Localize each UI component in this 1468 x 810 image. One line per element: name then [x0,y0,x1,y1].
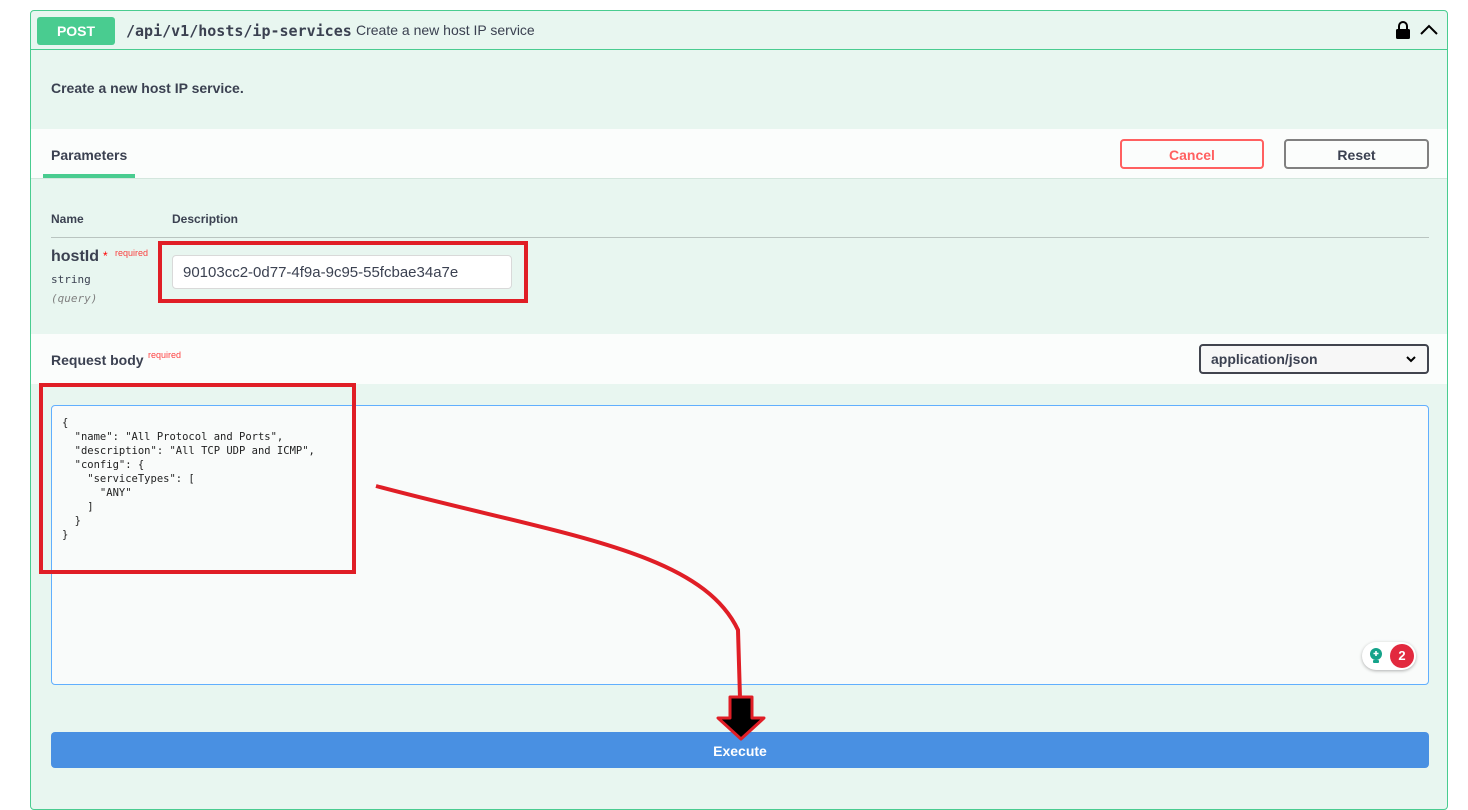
request-body-header: Request body required application/json [31,334,1447,384]
code-line: } [62,515,81,527]
required-star: * [103,249,108,263]
lock-icon[interactable] [1395,20,1411,40]
reset-button[interactable]: Reset [1284,139,1429,169]
operation-path: /api/v1/hosts/ip-services [126,22,352,40]
tab-parameters[interactable]: Parameters [51,147,127,163]
request-body-title: Request body [51,352,144,368]
host-id-input[interactable] [172,255,512,289]
code-line: "description": "All TCP UDP and ICMP", [62,445,315,457]
issue-count: 2 [1390,644,1414,668]
operation-block: POST /api/v1/hosts/ip-services Create a … [30,10,1448,810]
code-line: "config": { [62,459,145,471]
lightbulb-icon [1370,648,1382,663]
code-line: "serviceTypes": [ [62,473,195,485]
code-line: { [62,417,69,429]
content-type-value: application/json [1211,351,1318,367]
grammar-badge[interactable]: 2 [1362,642,1416,670]
code-line: ] [62,501,94,513]
column-header-description: Description [172,212,239,226]
required-label: required [115,248,149,258]
cancel-button[interactable]: Cancel [1120,139,1264,169]
request-body-code: { "name": "All Protocol and Ports", "des… [62,416,315,542]
operation-summary[interactable]: POST /api/v1/hosts/ip-services Create a … [31,11,1447,50]
method-badge: POST [37,17,115,45]
code-line: "ANY" [62,487,132,499]
request-body-editor[interactable]: { "name": "All Protocol and Ports", "des… [51,405,1429,685]
code-line: "name": "All Protocol and Ports", [62,431,284,443]
chevron-up-icon[interactable] [1418,21,1440,39]
request-body-required: required [148,350,182,360]
chevron-down-icon [1406,356,1416,363]
divider [51,237,1429,238]
operation-summary-text: Create a new host IP service [356,22,535,38]
code-line: } [62,529,69,541]
operation-description: Create a new host IP service. [51,80,244,96]
execute-button[interactable]: Execute [51,732,1429,768]
param-type: string [51,273,91,286]
content-type-select[interactable]: application/json [1199,344,1429,374]
parameters-header: Parameters Cancel Reset [31,129,1447,179]
param-name: hostId [51,248,99,265]
column-header-name: Name [51,212,84,226]
param-location: (query) [51,292,98,305]
tab-active-indicator [43,174,135,178]
